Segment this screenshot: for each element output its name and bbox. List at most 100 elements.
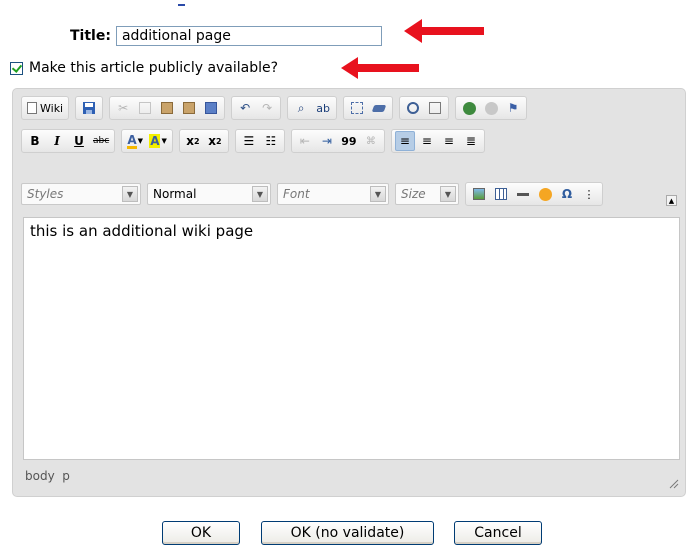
ok-button[interactable]: OK xyxy=(162,521,240,545)
table-button[interactable] xyxy=(491,184,511,204)
title-label: Title: xyxy=(70,28,111,44)
chevron-down-icon: ▼ xyxy=(122,186,138,202)
title-input[interactable] xyxy=(115,26,382,46)
chevron-down-icon: ▼ xyxy=(370,186,386,202)
maximize-button[interactable] xyxy=(403,98,423,118)
align-justify-button[interactable]: ≣ xyxy=(461,131,481,151)
font-placeholder: Font xyxy=(283,187,310,201)
div-button[interactable]: ⌘ xyxy=(361,131,381,151)
toolbar-row-2: B I U abc A ▼ A ▼ x2 x2 ☰ ☷ ⇤ ⇥ 99 ⌘ ≡ ≡ ≡… xyxy=(21,128,491,154)
text-color-label: A xyxy=(127,132,137,149)
show-blocks-button[interactable] xyxy=(425,98,445,118)
red-arrow-icon xyxy=(341,56,419,80)
italic-button[interactable]: I xyxy=(47,131,67,151)
ok-no-validate-button[interactable]: OK (no validate) xyxy=(261,521,434,545)
horizontal-rule-button[interactable] xyxy=(513,184,533,204)
image-icon xyxy=(473,188,485,200)
toolbar-group-insert: Ω ⋮ xyxy=(465,182,603,206)
replace-icon: ab xyxy=(316,101,330,115)
subscript-button[interactable]: x2 xyxy=(183,131,203,151)
editor-text: this is an additional wiki page xyxy=(30,222,254,240)
strike-label: abc xyxy=(93,136,110,146)
toolbar-group-history: ↶ ↷ xyxy=(231,96,282,120)
toolbar-group-view xyxy=(399,96,450,120)
table-icon xyxy=(495,188,507,200)
italic-label: I xyxy=(54,134,60,148)
numbered-list-button[interactable]: ☰ xyxy=(239,131,259,151)
link-dash xyxy=(178,4,185,6)
bg-color-label: A xyxy=(149,134,161,148)
copy-icon xyxy=(139,102,152,114)
select-all-button[interactable] xyxy=(347,98,367,118)
format-value: Normal xyxy=(153,187,197,201)
toolbar-group-save xyxy=(75,96,104,120)
wiki-source-button[interactable]: Wiki xyxy=(25,98,65,118)
public-checkbox[interactable] xyxy=(10,61,23,75)
bold-label: B xyxy=(30,134,40,148)
toolbar-row-3: Styles ▼ Normal ▼ Font ▼ Size ▼ Ω ⋮ xyxy=(21,181,609,207)
align-center-icon: ≡ xyxy=(421,134,432,148)
format-combo[interactable]: Normal ▼ xyxy=(147,183,271,205)
maximize-icon xyxy=(407,102,420,114)
cut-button[interactable]: ✂ xyxy=(113,98,133,118)
smiley-button[interactable] xyxy=(535,184,555,204)
strike-button[interactable]: abc xyxy=(91,131,111,151)
size-combo[interactable]: Size ▼ xyxy=(395,183,459,205)
image-button[interactable] xyxy=(469,184,489,204)
remove-format-icon xyxy=(371,104,387,112)
toolbar-group-colors: A ▼ A ▼ xyxy=(121,129,173,153)
toolbar-group-select xyxy=(343,96,394,120)
collapse-toolbar-button[interactable]: ▲ xyxy=(666,195,677,206)
align-center-button[interactable]: ≡ xyxy=(417,131,437,151)
indent-button[interactable]: ⇥ xyxy=(317,131,337,151)
chevron-down-icon: ▼ xyxy=(137,137,144,145)
paste-button[interactable] xyxy=(157,98,177,118)
replace-button[interactable]: ab xyxy=(313,98,333,118)
align-justify-icon: ≣ xyxy=(465,134,476,148)
paste-word-button[interactable] xyxy=(201,98,221,118)
blockquote-button[interactable]: 99 xyxy=(339,131,359,151)
link-icon xyxy=(462,101,476,115)
link-button[interactable] xyxy=(459,98,479,118)
toolbar-group-align: ≡ ≡ ≡ ≣ xyxy=(390,129,485,153)
page-break-button[interactable]: ⋮ xyxy=(579,184,599,204)
remove-format-button[interactable] xyxy=(369,98,389,118)
cancel-button[interactable]: Cancel xyxy=(454,521,542,545)
select-all-icon xyxy=(351,102,364,114)
align-right-button[interactable]: ≡ xyxy=(439,131,459,151)
font-combo[interactable]: Font ▼ xyxy=(277,183,389,205)
bulleted-list-button[interactable]: ☷ xyxy=(261,131,281,151)
horizontal-rule-icon xyxy=(517,192,529,196)
anchor-button[interactable]: ⚑ xyxy=(503,98,523,118)
styles-combo[interactable]: Styles ▼ xyxy=(21,183,141,205)
toolbar-group-find: ⌕ ab xyxy=(287,96,338,120)
numbered-list-icon: ☰ xyxy=(243,134,255,148)
paste-icon xyxy=(161,102,174,114)
find-button[interactable]: ⌕ xyxy=(291,98,311,118)
copy-button[interactable] xyxy=(135,98,155,118)
text-color-button[interactable]: A ▼ xyxy=(125,131,145,151)
subscript-mark: 2 xyxy=(193,136,200,146)
toolbar-group-indent: ⇤ ⇥ 99 ⌘ xyxy=(290,129,385,153)
bg-color-button[interactable]: A ▼ xyxy=(147,131,169,151)
redo-button[interactable]: ↷ xyxy=(257,98,277,118)
align-right-icon: ≡ xyxy=(443,134,454,148)
bulleted-list-icon: ☷ xyxy=(265,134,277,148)
toolbar-group-clipboard: ✂ xyxy=(109,96,226,120)
paste-text-button[interactable] xyxy=(179,98,199,118)
save-button[interactable] xyxy=(79,98,99,118)
superscript-button[interactable]: x2 xyxy=(205,131,225,151)
outdent-button[interactable]: ⇤ xyxy=(295,131,315,151)
align-left-button[interactable]: ≡ xyxy=(394,131,415,151)
undo-button[interactable]: ↶ xyxy=(235,98,255,118)
resize-grip-icon[interactable] xyxy=(669,478,679,489)
unlink-button[interactable] xyxy=(481,98,501,118)
public-label: Make this article publicly available? xyxy=(29,60,279,76)
indent-icon: ⇥ xyxy=(321,134,332,148)
underline-button[interactable]: U xyxy=(69,131,89,151)
bold-button[interactable]: B xyxy=(25,131,45,151)
toolbar-group-lists: ☰ ☷ xyxy=(234,129,285,153)
special-char-button[interactable]: Ω xyxy=(557,184,577,204)
show-blocks-icon xyxy=(429,102,442,114)
editor-content[interactable]: this is an additional wiki page xyxy=(23,217,680,460)
